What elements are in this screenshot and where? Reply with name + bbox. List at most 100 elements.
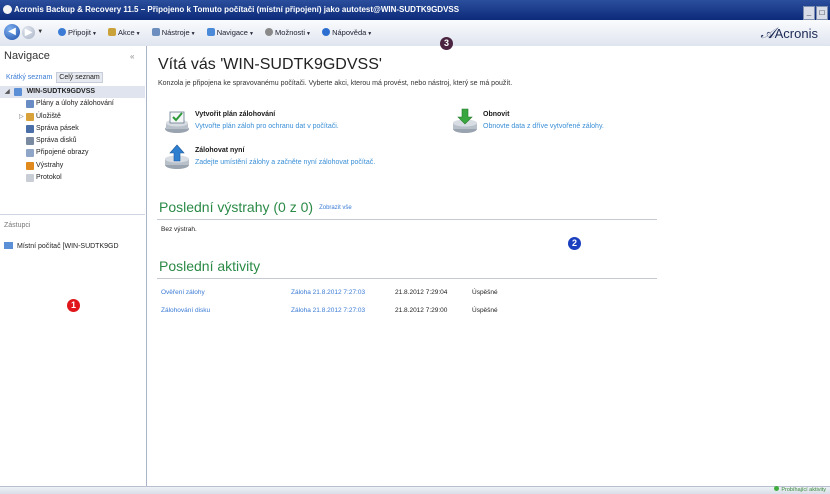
main-pane: Vítá vás 'WIN-SUDTK9GDVSS' Konzola je př…	[147, 46, 830, 486]
agent-label: Místní počítač [WIN-SUDTK9GD	[17, 243, 119, 250]
expand-arrow-icon[interactable]: ▷	[19, 111, 24, 123]
activity-time: 21.8.2012 7:29:04	[395, 289, 448, 296]
alerts-title-text: Poslední výstrahy (0 z 0)	[159, 199, 314, 215]
status-text: Probíhající aktivity	[781, 487, 826, 493]
forward-arrow-icon[interactable]: ▶	[22, 25, 36, 39]
tree-item-alerts[interactable]: Výstrahy	[0, 160, 145, 172]
actions-icon	[107, 28, 116, 36]
computer-icon	[4, 242, 13, 249]
alert-icon	[26, 161, 34, 170]
callout-badge-1: 1	[67, 299, 80, 312]
recover-icon	[453, 108, 477, 133]
menu-options[interactable]: Možnosti▼	[265, 28, 311, 37]
toolbar-menu: Připojit▼ Akce▼ Nástroje▼ Navigace▼ Možn…	[58, 28, 381, 37]
activities-section-title: Poslední aktivity	[159, 258, 261, 274]
computer-icon	[14, 88, 22, 96]
show-all-alerts-link[interactable]: Zobrazit vše	[319, 205, 352, 211]
tree-item-tapes[interactable]: Správa pásek	[0, 123, 145, 135]
action-description[interactable]: Obnovte data z dříve vytvořené zálohy.	[483, 123, 604, 130]
tree-item-label: Výstrahy	[36, 161, 64, 169]
backup-now-icon	[165, 144, 189, 169]
menu-tools[interactable]: Nástroje▼	[151, 28, 196, 37]
activity-name-link[interactable]: Ověření zálohy	[161, 289, 205, 296]
history-dropdown-icon[interactable]: ▼	[37, 29, 43, 35]
window-controls: _ □	[802, 3, 828, 20]
navigation-pane: Navigace « Krátký seznam Celý seznam ◢ WI…	[0, 46, 147, 486]
activity-row: Zálohování disku Záloha 21.8.2012 7:27:0…	[161, 307, 511, 316]
navigation-title: Navigace	[4, 50, 50, 62]
minimize-button[interactable]: _	[803, 6, 815, 20]
log-icon	[26, 174, 34, 183]
navigation-tree: ◢ WIN-SUDTK9GDVSS Plány a úlohy zálohová…	[0, 86, 145, 184]
activity-backup-link[interactable]: Záloha 21.8.2012 7:27:03	[291, 307, 365, 314]
collapse-pane-icon[interactable]: «	[130, 52, 134, 61]
disk-icon	[26, 137, 34, 146]
menu-actions-label: Akce	[117, 28, 135, 37]
collapse-arrow-icon[interactable]: ◢	[5, 89, 10, 95]
action-title[interactable]: Vytvořit plán zálohování	[195, 111, 275, 118]
action-title[interactable]: Obnovit	[483, 111, 509, 118]
status-dot-icon	[774, 486, 780, 491]
tab-short-list[interactable]: Krátký seznam	[4, 73, 54, 82]
connect-icon	[58, 28, 66, 36]
brand-name: Acronis	[774, 26, 818, 41]
alerts-divider	[157, 219, 657, 220]
pane-divider	[0, 214, 145, 215]
tree-item-mounted-images[interactable]: Připojené obrazy	[0, 147, 145, 159]
menu-connect-label: Připojit	[68, 28, 91, 37]
title-bar: Acronis Backup & Recovery 11.5 – Připoje…	[0, 0, 830, 20]
action-title[interactable]: Zálohovat nyní	[195, 147, 244, 154]
agents-title: Zástupci	[4, 222, 31, 229]
menu-help[interactable]: Nápověda▼	[322, 28, 372, 37]
app-icon	[3, 5, 12, 14]
tree-item-plans[interactable]: Plány a úlohy zálohování	[0, 98, 145, 110]
menu-options-label: Možnosti	[275, 28, 306, 37]
activities-status[interactable]: Probíhající aktivity	[774, 486, 826, 493]
tree-item-label: Správa disků	[36, 137, 77, 145]
navigation-icon	[206, 28, 215, 36]
tree-item-label: Plány a úlohy zálohování	[36, 100, 114, 108]
tree-item-disks[interactable]: Správa disků	[0, 135, 145, 147]
menu-actions[interactable]: Akce▼	[107, 28, 141, 37]
navigation-view-tabs: Krátký seznam Celý seznam	[4, 72, 105, 83]
plans-icon	[26, 100, 34, 109]
menu-connect[interactable]: Připojit▼	[58, 28, 97, 37]
vault-icon	[26, 112, 34, 121]
activity-row: Ověření zálohy Záloha 21.8.2012 7:27:03 …	[161, 289, 511, 298]
tree-item-vaults[interactable]: ▷ Úložiště	[0, 111, 145, 123]
action-recover[interactable]: Obnovit Obnovte data z dříve vytvořené z…	[452, 108, 682, 136]
menu-help-label: Nápověda	[332, 28, 367, 37]
tools-icon	[151, 28, 160, 36]
tree-item-label: Správa pásek	[36, 124, 79, 132]
agent-local-computer[interactable]: Místní počítač [WIN-SUDTK9GD	[4, 242, 144, 250]
tree-root-label: WIN-SUDTK9GDVSS	[26, 88, 96, 95]
tab-full-list[interactable]: Celý seznam	[56, 72, 103, 83]
restore-button[interactable]: □	[816, 6, 828, 20]
tree-item-log[interactable]: Protokol	[0, 172, 145, 184]
page-title: Vítá vás 'WIN-SUDTK9GDVSS'	[158, 56, 382, 73]
callout-badge-2: 2	[568, 237, 581, 250]
acronis-logo: 𝒜Acronis	[760, 25, 818, 42]
action-description[interactable]: Zadejte umístění zálohy a začněte nyní z…	[195, 159, 375, 166]
create-plan-icon	[165, 111, 189, 133]
activity-time: 21.8.2012 7:29:00	[395, 307, 448, 314]
action-backup-now[interactable]: Zálohovat nyní Zadejte umístění zálohy a…	[164, 144, 444, 172]
tree-item-label: Připojené obrazy	[36, 149, 89, 157]
activity-backup-link[interactable]: Záloha 21.8.2012 7:27:03	[291, 289, 365, 296]
action-description[interactable]: Vytvořte plán záloh pro ochranu dat v po…	[195, 123, 339, 130]
activity-name-link[interactable]: Zálohování disku	[161, 307, 210, 314]
action-create-backup-plan[interactable]: Vytvořit plán zálohování Vytvořte plán z…	[164, 108, 424, 136]
tree-root-machine[interactable]: ◢ WIN-SUDTK9GDVSS	[0, 86, 145, 99]
menu-navigation-label: Navigace	[216, 28, 248, 37]
activity-result: Úspěšné	[472, 289, 498, 296]
activity-result: Úspěšné	[472, 307, 498, 314]
menu-navigation[interactable]: Navigace▼	[206, 28, 254, 37]
no-alerts-text: Bez výstrah.	[161, 226, 197, 233]
back-arrow-icon[interactable]: ◀	[4, 24, 20, 40]
tree-item-label: Úložiště	[36, 112, 61, 120]
activities-divider	[157, 278, 657, 279]
menu-tools-label: Nástroje	[161, 28, 190, 37]
alerts-section-title: Poslední výstrahy (0 z 0) Zobrazit vše	[159, 199, 352, 215]
tape-icon	[26, 124, 34, 133]
page-subtitle: Konzola je připojena ke spravovanému poč…	[158, 80, 513, 87]
